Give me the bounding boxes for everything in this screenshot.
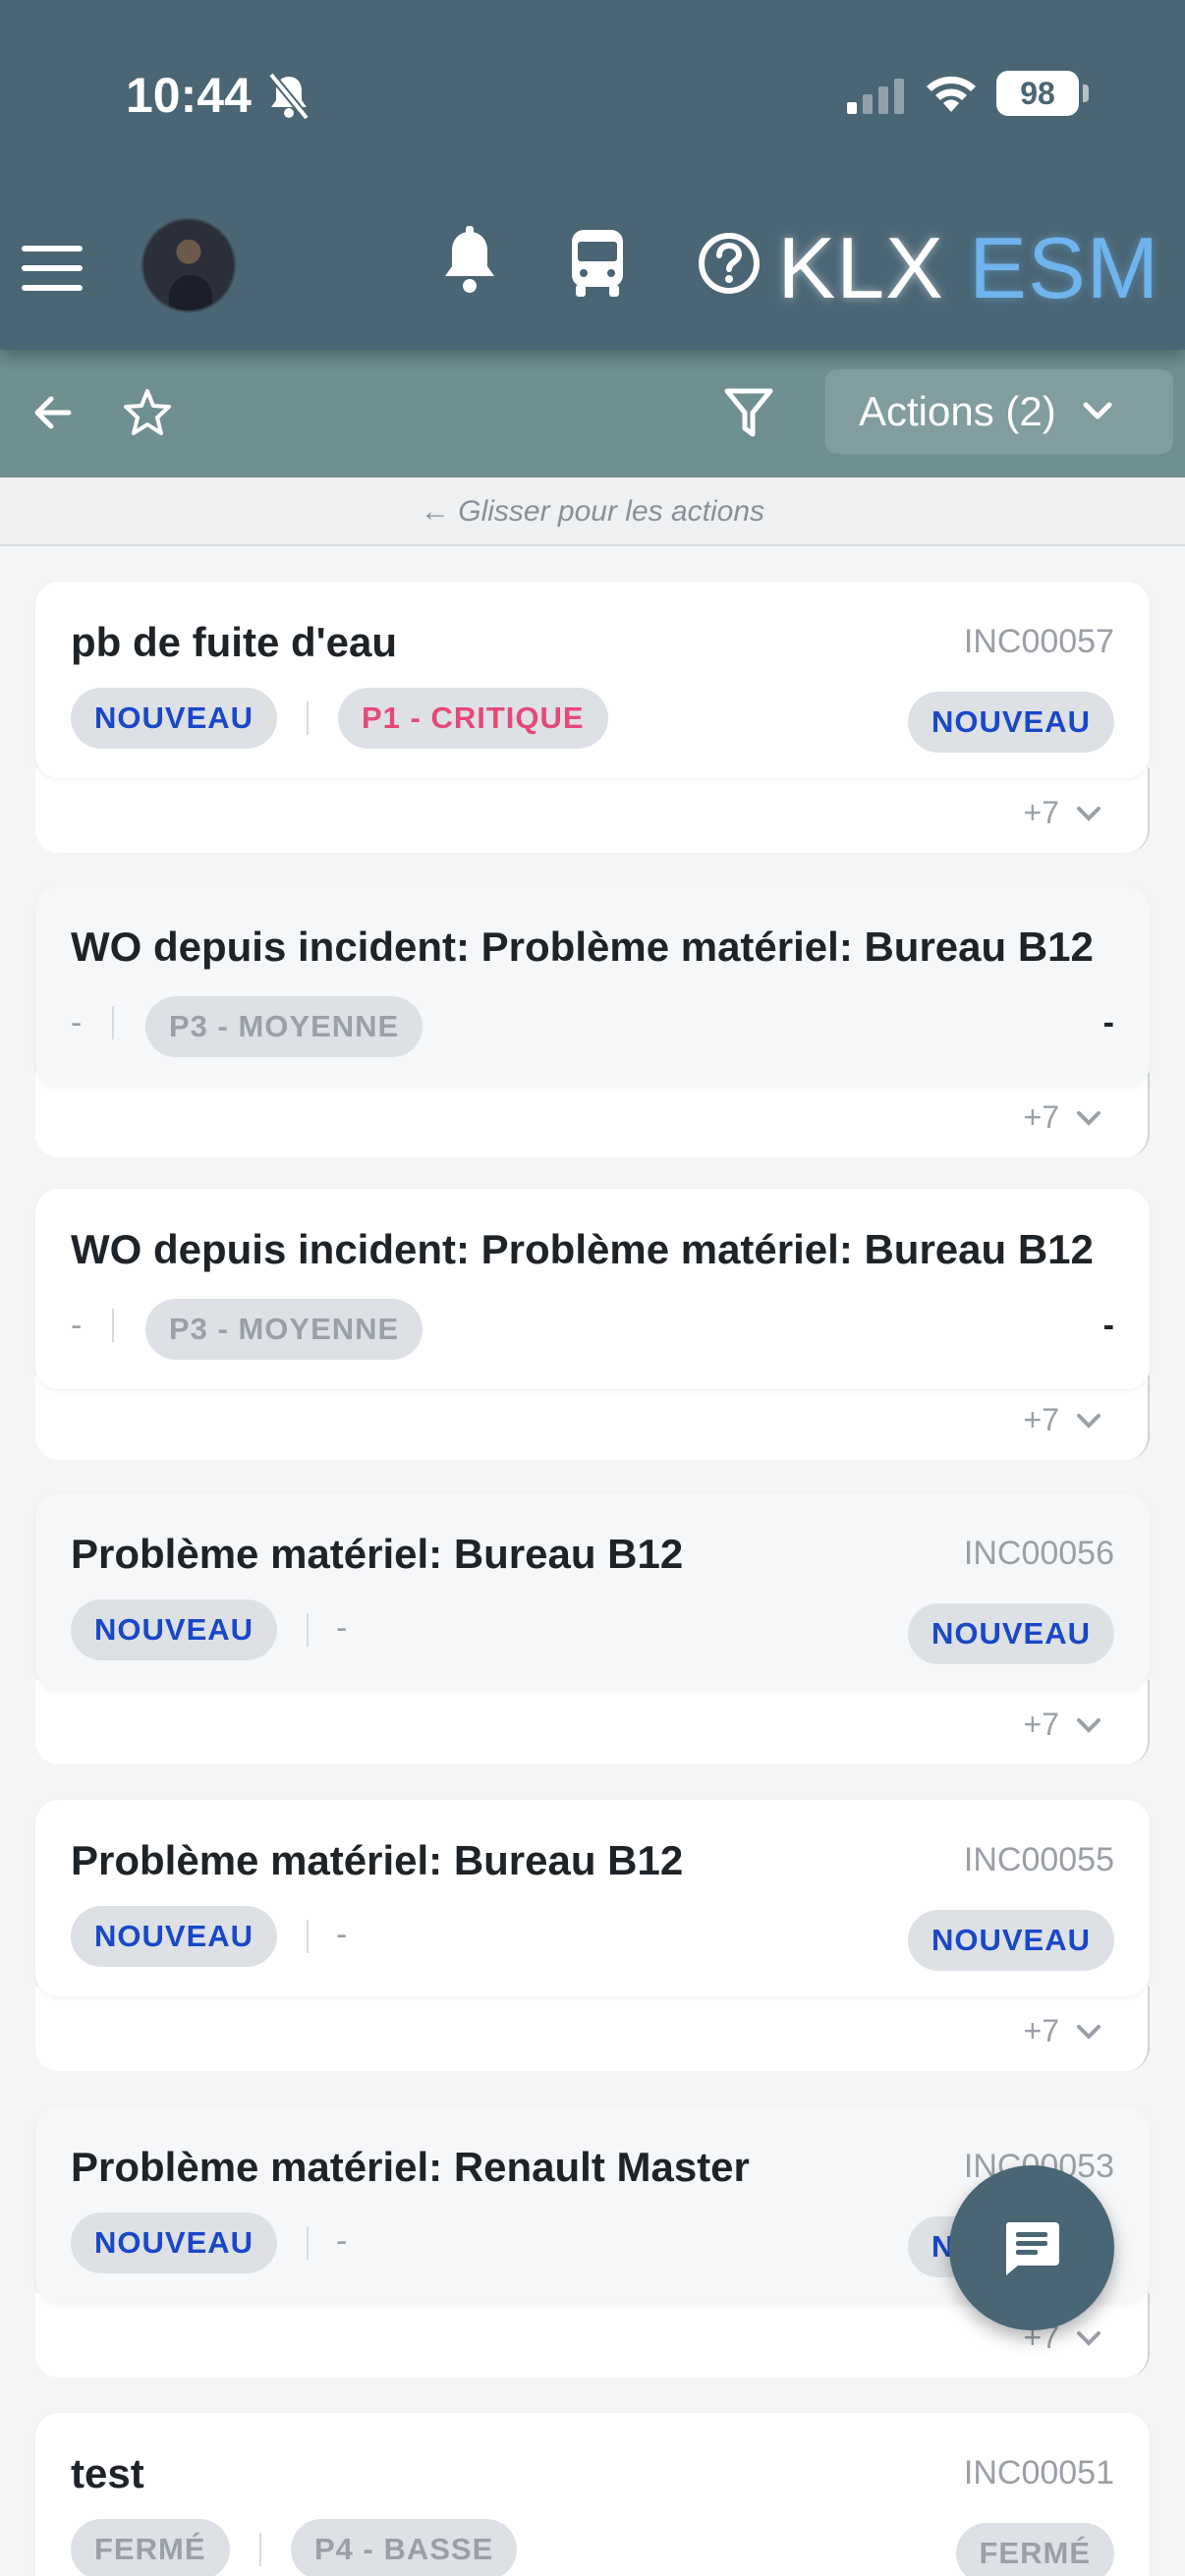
swipe-hint: ← Glisser pour les actions <box>0 477 1185 546</box>
divider <box>307 1613 309 1647</box>
priority-value: - <box>336 1609 348 1647</box>
card-footer: +7 <box>35 768 1150 853</box>
ticket-title: WO depuis incident: Problème matériel: B… <box>71 924 1094 970</box>
wifi-icon <box>927 76 976 112</box>
status-bar: 10:44 98 <box>0 0 1185 196</box>
state-value: - <box>71 1307 83 1344</box>
chevron-down-icon <box>1077 806 1100 821</box>
priority-badge: P4 - BASSE <box>291 2519 518 2576</box>
expand-more-toggle[interactable]: +7 <box>1024 1707 1102 1743</box>
help-icon[interactable] <box>694 226 764 301</box>
expand-more-toggle[interactable]: +7 <box>1024 1099 1102 1136</box>
status-value: - <box>1102 1004 1114 1041</box>
chevron-down-icon <box>1077 1413 1100 1428</box>
state-value: - <box>71 1004 83 1041</box>
divider <box>307 1920 309 1953</box>
ticket-title: test <box>71 2450 144 2496</box>
chevron-down-icon <box>1077 1717 1100 1733</box>
status-badge: NOUVEAU <box>907 1910 1114 1971</box>
divider <box>112 1006 114 1039</box>
ticket-id: INC00056 <box>963 1535 1114 1572</box>
state-badge: NOUVEAU <box>71 2212 278 2273</box>
expand-more-toggle[interactable]: +7 <box>1024 795 1102 831</box>
card-footer: +7 <box>35 1987 1150 2071</box>
card-body: WO depuis incident: Problème matériel: B… <box>35 1189 1150 1389</box>
divider <box>307 2226 309 2260</box>
expand-more-toggle[interactable]: +7 <box>1024 2013 1102 2049</box>
divider <box>259 2533 261 2566</box>
actions-label: Actions (2) <box>859 388 1056 434</box>
chat-icon <box>1005 2222 1059 2275</box>
favorite-star-icon[interactable] <box>122 387 173 438</box>
priority-badge: P3 - MOYENNE <box>145 996 423 1057</box>
bus-icon[interactable] <box>568 226 627 301</box>
app-header: KLX ESM <box>0 196 1185 350</box>
priority-value: - <box>336 2222 348 2260</box>
state-badge: FERMÉ <box>71 2519 230 2576</box>
ticket-title: pb de fuite d'eau <box>71 619 398 665</box>
chevron-down-icon <box>1077 2024 1100 2040</box>
card-footer: +7 <box>35 1680 1150 1764</box>
list-toolbar: Actions (2) <box>0 350 1185 477</box>
bell-muted-icon <box>267 72 310 121</box>
status-badge: FERMÉ <box>955 2523 1114 2576</box>
state-badge: NOUVEAU <box>71 1599 278 1660</box>
priority-value: - <box>336 1916 348 1953</box>
chevron-down-icon <box>1083 402 1112 420</box>
ticket-id: INC00057 <box>963 623 1114 660</box>
status-badge: NOUVEAU <box>907 1603 1114 1664</box>
card-body: pb de fuite d'eau INC00057 NOUVEAU P1 - … <box>35 582 1150 778</box>
priority-badge: P1 - CRITIQUE <box>338 688 608 749</box>
actions-dropdown-button[interactable]: Actions (2) <box>825 369 1173 454</box>
priority-badge: P3 - MOYENNE <box>145 1299 423 1360</box>
menu-icon[interactable] <box>22 246 83 291</box>
status-value: - <box>1102 1307 1114 1344</box>
cellular-signal-icon <box>847 79 904 114</box>
divider <box>112 1309 114 1342</box>
state-badge: NOUVEAU <box>71 688 278 749</box>
back-arrow-icon[interactable] <box>29 389 77 436</box>
card-body: Problème matériel: Bureau B12 INC00055 N… <box>35 1800 1150 1996</box>
app-logo: KLX ESM <box>777 219 1159 316</box>
ticket-title: WO depuis incident: Problème matériel: B… <box>71 1226 1094 1272</box>
card-body: test INC00051 FERMÉ P4 - BASSE FERMÉ <box>35 2413 1150 2576</box>
chevron-down-icon <box>1077 1110 1100 1126</box>
ticket-title: Problème matériel: Bureau B12 <box>71 1531 684 1577</box>
ticket-id: INC00055 <box>963 1841 1114 1878</box>
user-avatar[interactable] <box>141 218 236 312</box>
ticket-id: INC00051 <box>963 2454 1114 2492</box>
chevron-down-icon <box>1077 2330 1100 2346</box>
expand-more-toggle[interactable]: +7 <box>1024 1402 1102 1438</box>
chat-fab-button[interactable] <box>949 2165 1114 2330</box>
ticket-title: Problème matériel: Bureau B12 <box>71 1837 684 1883</box>
notification-bell-icon[interactable] <box>438 226 501 301</box>
card-body: WO depuis incident: Problème matériel: B… <box>35 886 1150 1087</box>
card-body: Problème matériel: Bureau B12 INC00056 N… <box>35 1493 1150 1690</box>
divider <box>307 701 309 735</box>
ticket-title: Problème matériel: Renault Master <box>71 2144 750 2190</box>
status-time: 10:44 <box>126 68 252 123</box>
filter-icon[interactable] <box>723 385 774 440</box>
status-badge: NOUVEAU <box>907 692 1114 753</box>
battery-indicator: 98 <box>996 71 1089 116</box>
state-badge: NOUVEAU <box>71 1906 278 1967</box>
